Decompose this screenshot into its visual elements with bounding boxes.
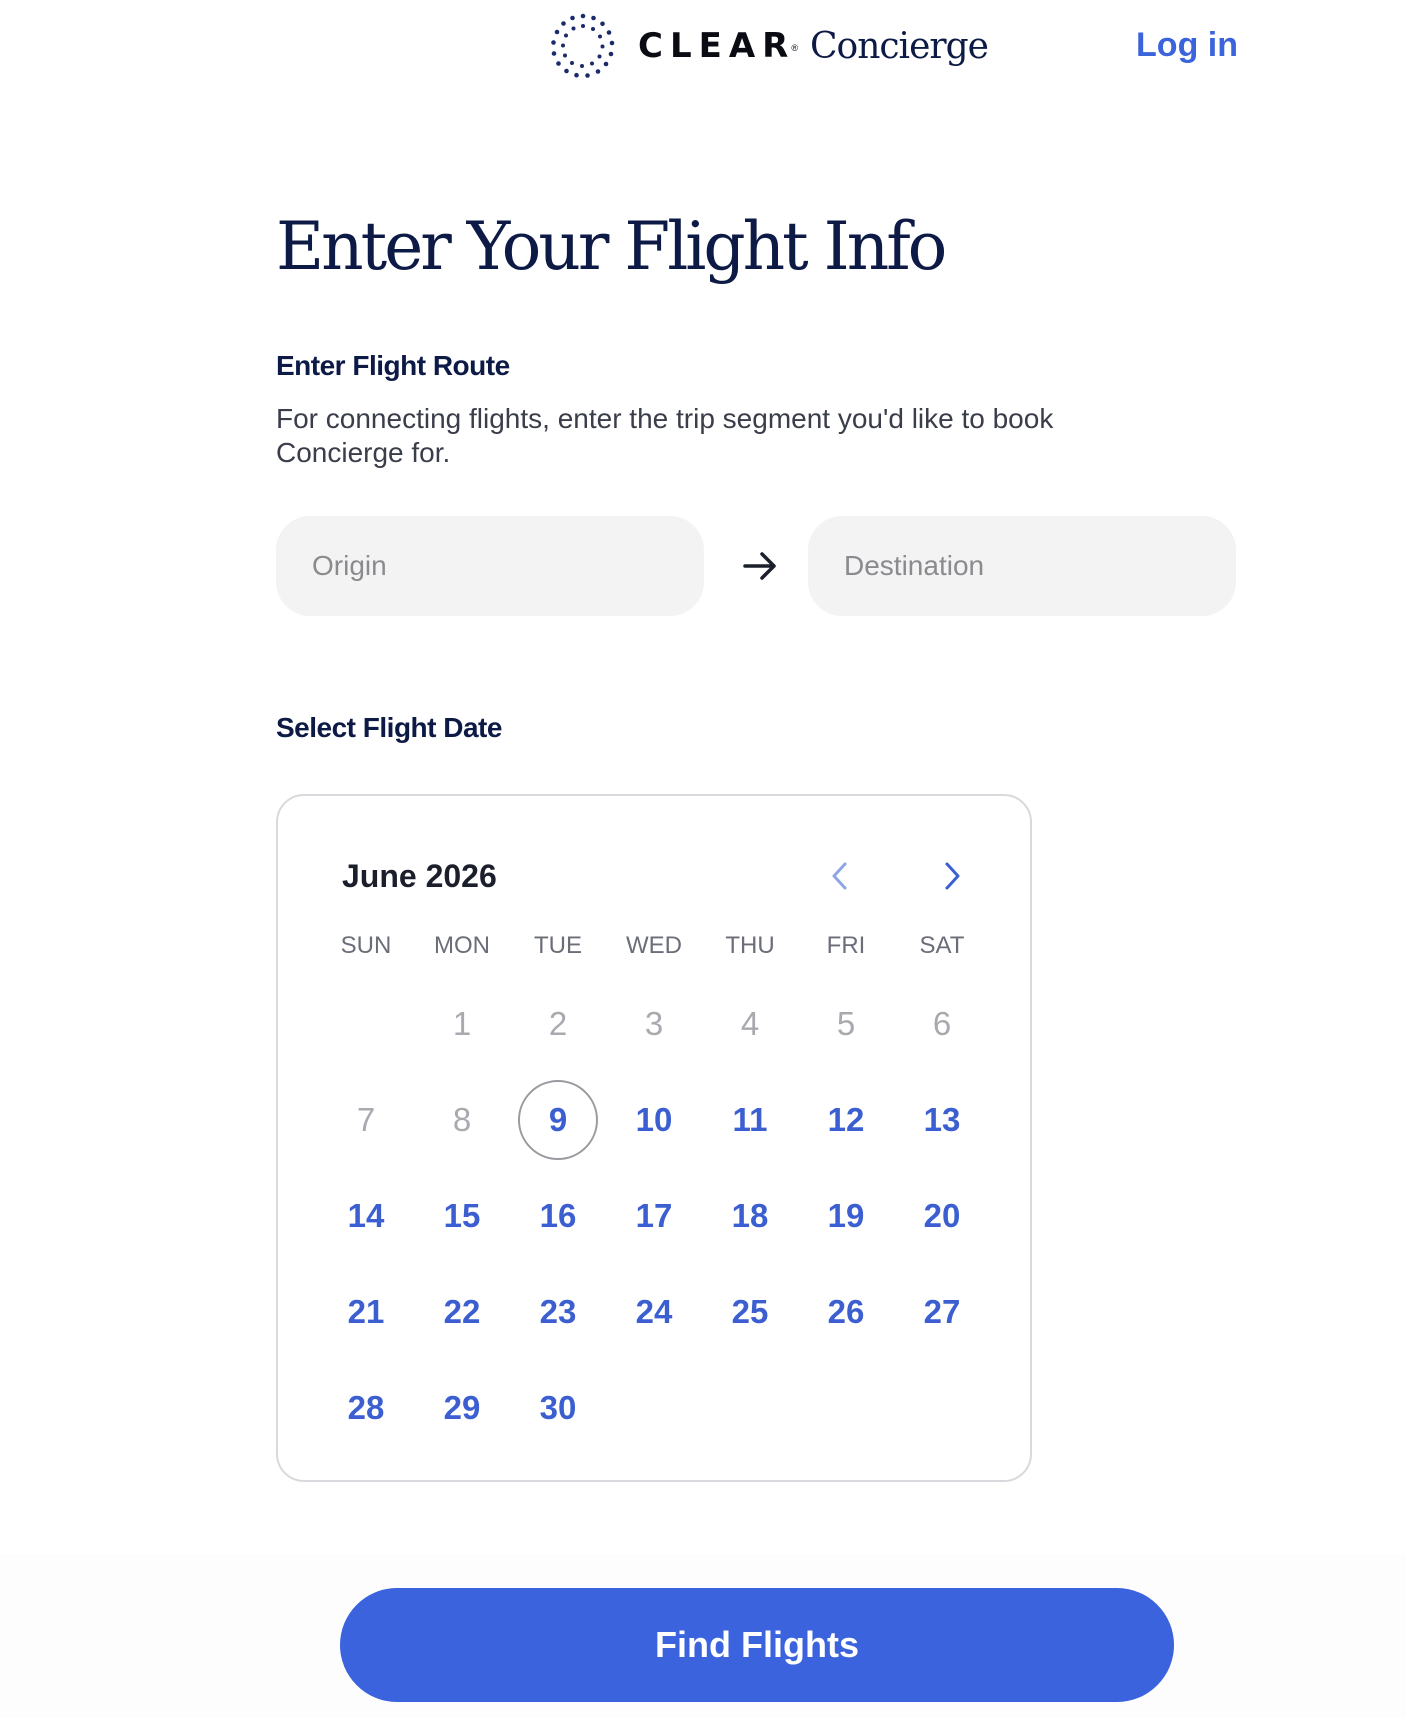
clear-logo-mark-icon	[551, 13, 615, 78]
calendar-day-number: 6	[932, 1005, 952, 1042]
calendar-day-number: 13	[923, 1101, 961, 1138]
weekday-label: MON	[434, 932, 490, 959]
flight-route-label: Enter Flight Route	[276, 350, 510, 381]
login-link[interactable]: Log in	[1136, 26, 1238, 65]
weekday-label: FRI	[826, 932, 866, 959]
weekday-header-row: SUN MON TUE WED THU FRI SAT	[318, 926, 990, 966]
calendar-day[interactable]: 29	[414, 1360, 510, 1456]
flight-route-help-text: For connecting flights, enter the trip s…	[276, 403, 1054, 468]
calendar-day[interactable]: 13	[894, 1072, 990, 1168]
calendar-day-number: 12	[827, 1101, 865, 1138]
calendar-day-number: 22	[443, 1293, 481, 1330]
calendar-day-number: 18	[731, 1197, 769, 1234]
calendar-day: 4	[702, 976, 798, 1072]
calendar-day[interactable]: 19	[798, 1168, 894, 1264]
weekday-label: TUE	[534, 932, 582, 959]
calendar-day-number: 20	[923, 1197, 961, 1234]
calendar-day[interactable]: 20	[894, 1168, 990, 1264]
destination-input[interactable]	[808, 516, 1236, 616]
calendar-day-number: 14	[347, 1197, 385, 1234]
calendar-day: 2	[510, 976, 606, 1072]
calendar-day-number: 19	[827, 1197, 865, 1234]
calendar-day[interactable]: 27	[894, 1264, 990, 1360]
weekday-label: THU	[725, 932, 775, 959]
next-month-button[interactable]	[932, 856, 972, 896]
calendar-day-number: 9	[518, 1080, 598, 1160]
weekday-label: WED	[626, 932, 682, 959]
calendar-day-number: 11	[732, 1101, 768, 1138]
calendar-day-number: 1	[452, 1005, 472, 1042]
calendar-day-number: 21	[347, 1293, 385, 1330]
calendar-day-number: 7	[356, 1101, 376, 1138]
clear-concierge-logo[interactable]: CLEAR ® Concierge	[548, 12, 989, 80]
calendar-day-number: 15	[443, 1197, 481, 1234]
calendar-day[interactable]: 17	[606, 1168, 702, 1264]
calendar-day[interactable]: 22	[414, 1264, 510, 1360]
calendar-day[interactable]: 16	[510, 1168, 606, 1264]
calendar-day-number: 4	[740, 1005, 760, 1042]
calendar-day: 6	[894, 976, 990, 1072]
chevron-right-icon	[945, 862, 960, 890]
calendar-day[interactable]: 25	[702, 1264, 798, 1360]
calendar-day[interactable]: 30	[510, 1360, 606, 1456]
calendar-day[interactable]: 18	[702, 1168, 798, 1264]
calendar-day[interactable]: 28	[318, 1360, 414, 1456]
date-picker-calendar: June 2026 SUN MON TUE WED THU FRI SAT 12…	[276, 794, 1032, 1482]
brand-product-name: Concierge	[809, 25, 989, 67]
calendar-day-number: 26	[827, 1293, 865, 1330]
bottom-action-bar: Find Flights	[0, 1554, 1406, 1718]
weekday-label: SUN	[340, 932, 392, 959]
calendar-day-number: 23	[539, 1293, 577, 1330]
calendar-day[interactable]: 10	[606, 1072, 702, 1168]
chevron-left-icon	[832, 862, 847, 890]
arrow-right-icon	[743, 552, 776, 580]
calendar-day-number: 16	[539, 1197, 577, 1234]
calendar-day-number: 29	[443, 1389, 481, 1426]
calendar-day: 3	[606, 976, 702, 1072]
flight-date-label: Select Flight Date	[276, 712, 502, 743]
calendar-day-number: 5	[836, 1005, 856, 1042]
calendar-day-number: 30	[539, 1389, 577, 1426]
calendar-day[interactable]: 15	[414, 1168, 510, 1264]
calendar-day: 1	[414, 976, 510, 1072]
calendar-day-number: 2	[548, 1005, 568, 1042]
calendar-day[interactable]: 26	[798, 1264, 894, 1360]
previous-month-button[interactable]	[820, 856, 860, 896]
calendar-day[interactable]: 12	[798, 1072, 894, 1168]
find-flights-button[interactable]: Find Flights	[340, 1588, 1174, 1702]
calendar-day-number: 24	[635, 1293, 673, 1330]
brand-name: CLEAR	[638, 26, 796, 66]
calendar-day-number: 8	[452, 1101, 472, 1138]
calendar-day[interactable]: 23	[510, 1264, 606, 1360]
calendar-month-label: June 2026	[342, 858, 497, 894]
calendar-day: 8	[414, 1072, 510, 1168]
calendar-day[interactable]: 21	[318, 1264, 414, 1360]
page-title: Enter Your Flight Info	[276, 208, 947, 285]
calendar-day-number: 10	[635, 1101, 673, 1138]
calendar-day-number: 28	[347, 1389, 385, 1426]
calendar-day[interactable]: 11	[702, 1072, 798, 1168]
calendar-day[interactable]: 14	[318, 1168, 414, 1264]
registered-mark: ®	[791, 43, 798, 53]
calendar-blank-cell	[318, 976, 414, 1072]
calendar-day-number: 3	[644, 1005, 664, 1042]
calendar-day-today[interactable]: 9	[510, 1072, 606, 1168]
weekday-label: SAT	[919, 932, 965, 959]
calendar-day-number: 17	[635, 1197, 673, 1234]
calendar-days-grid: 1 2 3 4 5 6 7 8 9 10 11 12 13 14 15 16 17 18 19 20 21 22 23 24 2…	[318, 976, 990, 1456]
calendar-day-number: 25	[731, 1293, 769, 1330]
calendar-day-number: 27	[923, 1293, 961, 1330]
calendar-day: 7	[318, 1072, 414, 1168]
top-bar: CLEAR ® Concierge Log in	[0, 0, 1406, 100]
calendar-day: 5	[798, 976, 894, 1072]
calendar-day[interactable]: 24	[606, 1264, 702, 1360]
origin-input[interactable]	[276, 516, 704, 616]
